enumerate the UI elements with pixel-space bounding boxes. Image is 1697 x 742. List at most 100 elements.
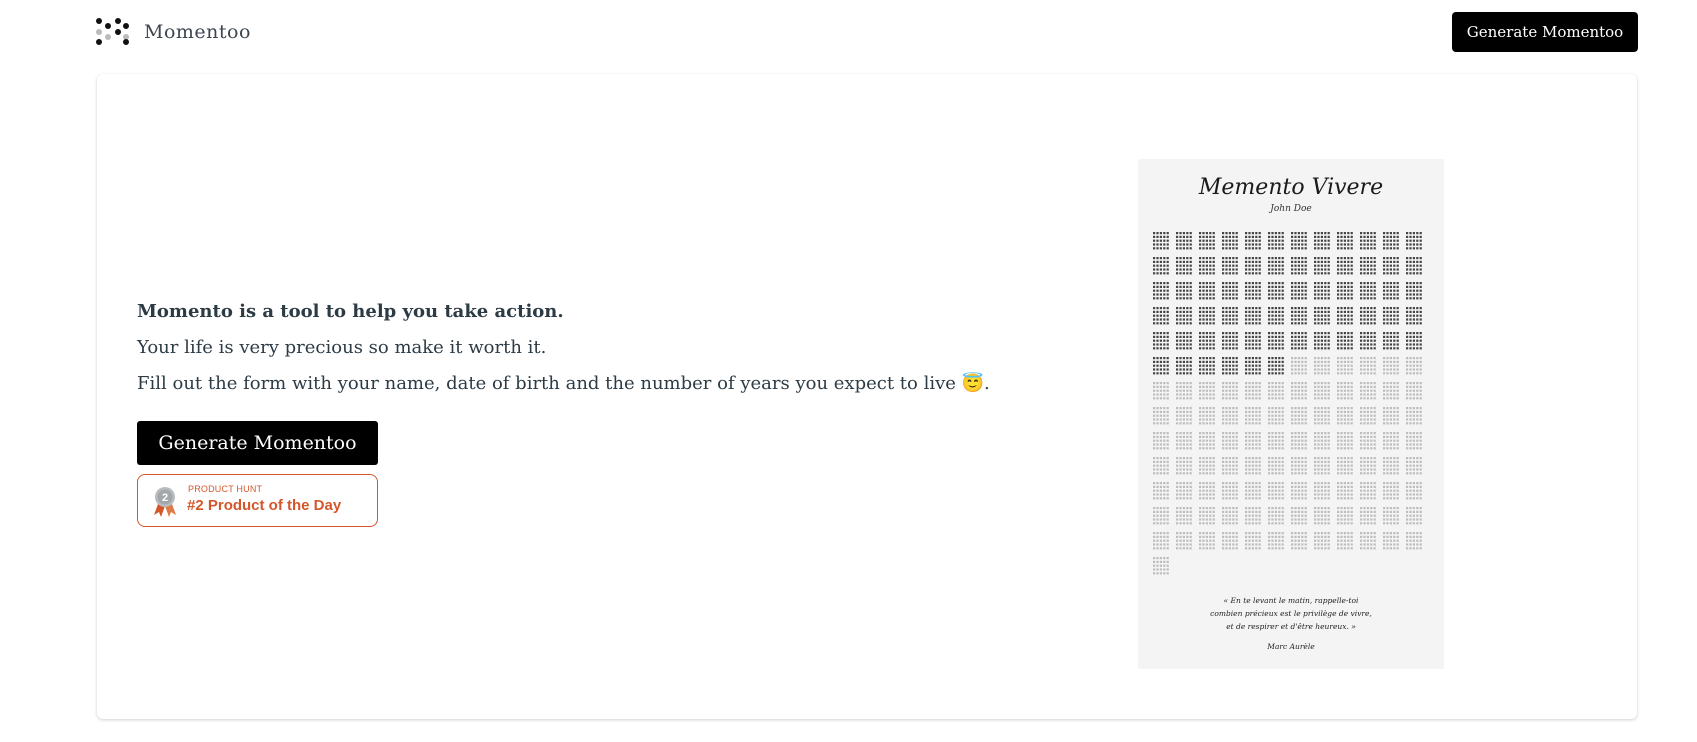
- year-block: [1199, 432, 1215, 450]
- life-weeks-grid: [1153, 232, 1422, 575]
- year-block: [1406, 332, 1422, 350]
- year-block: [1406, 432, 1422, 450]
- year-block: [1337, 282, 1353, 300]
- year-block: [1314, 532, 1330, 550]
- year-block: [1199, 232, 1215, 250]
- year-block: [1383, 382, 1399, 400]
- year-block: [1337, 532, 1353, 550]
- year-block: [1153, 282, 1169, 300]
- year-block: [1291, 457, 1307, 475]
- year-block: [1199, 532, 1215, 550]
- year-block: [1383, 457, 1399, 475]
- year-block: [1291, 382, 1307, 400]
- year-block: [1222, 507, 1238, 525]
- year-block: [1337, 382, 1353, 400]
- year-block: [1222, 432, 1238, 450]
- year-block: [1153, 257, 1169, 275]
- year-block: [1245, 357, 1261, 375]
- year-block: [1199, 457, 1215, 475]
- year-block: [1360, 407, 1376, 425]
- year-block: [1314, 257, 1330, 275]
- year-block: [1314, 457, 1330, 475]
- medal-number: 2: [162, 492, 168, 504]
- year-block: [1153, 407, 1169, 425]
- year-block: [1291, 482, 1307, 500]
- year-block: [1199, 507, 1215, 525]
- year-block: [1199, 332, 1215, 350]
- year-block: [1268, 407, 1284, 425]
- year-block: [1176, 232, 1192, 250]
- year-block: [1176, 307, 1192, 325]
- year-block: [1291, 507, 1307, 525]
- year-block: [1406, 507, 1422, 525]
- year-block: [1245, 457, 1261, 475]
- year-block: [1245, 507, 1261, 525]
- year-block: [1268, 282, 1284, 300]
- year-block: [1337, 332, 1353, 350]
- year-block: [1337, 432, 1353, 450]
- year-block: [1245, 532, 1261, 550]
- intro-text: Momento is a tool to help you take actio…: [137, 300, 1037, 408]
- year-block: [1268, 357, 1284, 375]
- year-block: [1383, 407, 1399, 425]
- year-block: [1222, 232, 1238, 250]
- year-block: [1337, 232, 1353, 250]
- product-of-the-day-label: #2 Product of the Day: [187, 497, 342, 514]
- year-block: [1406, 382, 1422, 400]
- year-block: [1314, 482, 1330, 500]
- year-block: [1360, 307, 1376, 325]
- year-block: [1360, 482, 1376, 500]
- poster-quote: « En te levant le matin, rappelle-toi co…: [1210, 596, 1372, 631]
- year-block: [1314, 357, 1330, 375]
- year-block: [1222, 382, 1238, 400]
- year-block: [1199, 482, 1215, 500]
- year-block: [1268, 257, 1284, 275]
- year-block: [1360, 507, 1376, 525]
- year-block: [1176, 282, 1192, 300]
- year-block: [1314, 432, 1330, 450]
- year-block: [1314, 282, 1330, 300]
- year-block: [1360, 232, 1376, 250]
- year-block: [1406, 232, 1422, 250]
- year-block: [1406, 257, 1422, 275]
- product-hunt-badge[interactable]: 2 PRODUCT HUNT #2 Product of the Day: [137, 474, 378, 527]
- year-block: [1337, 457, 1353, 475]
- year-block: [1337, 507, 1353, 525]
- poster-quote-author: Marc Aurèle: [1267, 642, 1315, 651]
- year-block: [1383, 357, 1399, 375]
- instructions-text: Fill out the form with your name, date o…: [137, 373, 990, 394]
- year-block: [1268, 532, 1284, 550]
- year-block: [1406, 307, 1422, 325]
- year-block: [1199, 282, 1215, 300]
- year-block: [1245, 282, 1261, 300]
- year-block: [1360, 257, 1376, 275]
- lead-text: Momento is a tool to help you take actio…: [137, 301, 564, 322]
- year-block: [1383, 257, 1399, 275]
- year-block: [1406, 282, 1422, 300]
- generate-momentoo-button[interactable]: Generate Momentoo: [137, 421, 378, 465]
- poster-name: John Doe: [1270, 204, 1312, 214]
- year-block: [1383, 332, 1399, 350]
- year-block: [1153, 357, 1169, 375]
- year-block: [1383, 482, 1399, 500]
- year-block: [1245, 307, 1261, 325]
- dots-logo-icon: [96, 18, 130, 46]
- year-block: [1222, 482, 1238, 500]
- brand[interactable]: Momentoo: [96, 18, 251, 46]
- year-block: [1222, 357, 1238, 375]
- year-block: [1291, 407, 1307, 425]
- generate-momentoo-nav-button[interactable]: Generate Momentoo: [1452, 12, 1638, 52]
- year-block: [1153, 507, 1169, 525]
- year-block: [1245, 232, 1261, 250]
- poster-preview: Memento Vivere John Doe « En te levant l…: [1138, 159, 1444, 669]
- year-block: [1222, 532, 1238, 550]
- year-block: [1314, 332, 1330, 350]
- year-block: [1291, 307, 1307, 325]
- product-hunt-label: PRODUCT HUNT: [188, 484, 263, 494]
- year-block: [1383, 507, 1399, 525]
- year-block: [1337, 407, 1353, 425]
- tagline-text: Your life is very precious so make it wo…: [137, 337, 547, 358]
- year-block: [1222, 282, 1238, 300]
- year-block: [1314, 507, 1330, 525]
- year-block: [1199, 307, 1215, 325]
